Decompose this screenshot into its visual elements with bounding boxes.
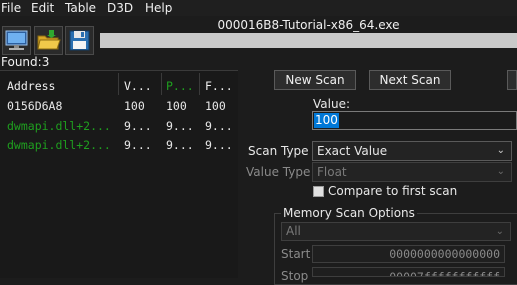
value-input-text: 100: [314, 113, 339, 128]
scan-type-select[interactable]: Exact Value ⌄: [312, 141, 512, 161]
start-label: Start: [281, 247, 311, 261]
column-header-address[interactable]: Address: [7, 77, 55, 95]
row-value: 100: [124, 99, 145, 113]
menu-edit-label: Edit: [31, 1, 55, 15]
compare-first-label: Compare to first scan: [328, 184, 458, 198]
row-address: 0156D6A8: [7, 99, 63, 113]
new-scan-button[interactable]: New Scan: [274, 70, 356, 90]
open-file-button[interactable]: [34, 26, 63, 55]
value-input[interactable]: 100: [312, 111, 517, 130]
column-header-first[interactable]: F...: [205, 77, 233, 95]
column-header-value[interactable]: V...: [124, 77, 152, 95]
menu-bar: File Edit Table D3D Help: [0, 0, 517, 16]
row-first: 100: [205, 99, 226, 113]
menu-help-label: Help: [145, 1, 173, 15]
open-folder-icon: [37, 30, 61, 50]
found-count-label: Found:3: [1, 55, 50, 69]
column-divider[interactable]: [118, 73, 119, 95]
column-divider[interactable]: [161, 73, 162, 95]
row-previous: 9...: [166, 119, 194, 133]
row-value: 9...: [124, 138, 152, 152]
undo-scan-button[interactable]: [507, 70, 517, 90]
start-address-input[interactable]: 0000000000000000: [312, 245, 505, 263]
menu-table-label: Table: [65, 1, 97, 15]
menu-file[interactable]: File: [1, 0, 21, 16]
scan-type-label: Scan Type: [248, 144, 309, 158]
row-value: 9...: [124, 119, 152, 133]
save-button[interactable]: [65, 26, 94, 55]
stop-address-input[interactable]: 00007fffffffffff: [312, 267, 505, 277]
row-address: dwmapi.dll+2...: [7, 119, 111, 133]
menu-table[interactable]: Table: [65, 0, 96, 16]
row-first: 9...: [205, 119, 233, 133]
memory-scan-options-title: Memory Scan Options: [281, 205, 417, 221]
scan-progress-bar: [100, 33, 517, 48]
next-scan-button[interactable]: Next Scan: [369, 70, 451, 90]
chevron-down-icon: ⌄: [496, 166, 505, 177]
save-disk-icon: [69, 30, 90, 51]
process-title: 000016B8-Tutorial-x86_64.exe: [217, 18, 400, 32]
column-header-previous[interactable]: P...: [166, 77, 194, 95]
menu-help[interactable]: Help: [145, 0, 172, 16]
computer-icon: [5, 30, 28, 50]
toolbar: 000016B8-Tutorial-x86_64.exe: [0, 16, 517, 58]
scan-type-value: Exact Value: [317, 144, 388, 158]
chevron-down-icon: ⌄: [496, 145, 505, 156]
row-previous: 100: [166, 99, 187, 113]
menu-d3d[interactable]: D3D: [107, 0, 133, 16]
compare-first-checkbox[interactable]: [313, 186, 324, 197]
select-process-button[interactable]: [2, 26, 31, 55]
memory-region-select[interactable]: All ⌄: [281, 222, 511, 241]
menu-file-label: File: [1, 1, 22, 15]
row-first: 9...: [205, 138, 233, 152]
memory-region-value: All: [286, 224, 301, 238]
results-list[interactable]: Address V... P... F... 0156D6A8 100 100 …: [0, 70, 238, 278]
row-address: dwmapi.dll+2...: [7, 138, 111, 152]
value-label: Value:: [313, 97, 350, 111]
value-type-label: Value Type: [246, 165, 311, 179]
menu-edit[interactable]: Edit: [31, 0, 54, 16]
row-previous: 9...: [166, 138, 194, 152]
value-type-select[interactable]: Float ⌄: [312, 162, 512, 182]
chevron-down-icon: ⌄: [495, 226, 504, 237]
stop-label: Stop: [281, 269, 309, 283]
value-type-value: Float: [317, 165, 347, 179]
menu-d3d-label: D3D: [107, 1, 134, 15]
column-divider[interactable]: [199, 73, 200, 95]
